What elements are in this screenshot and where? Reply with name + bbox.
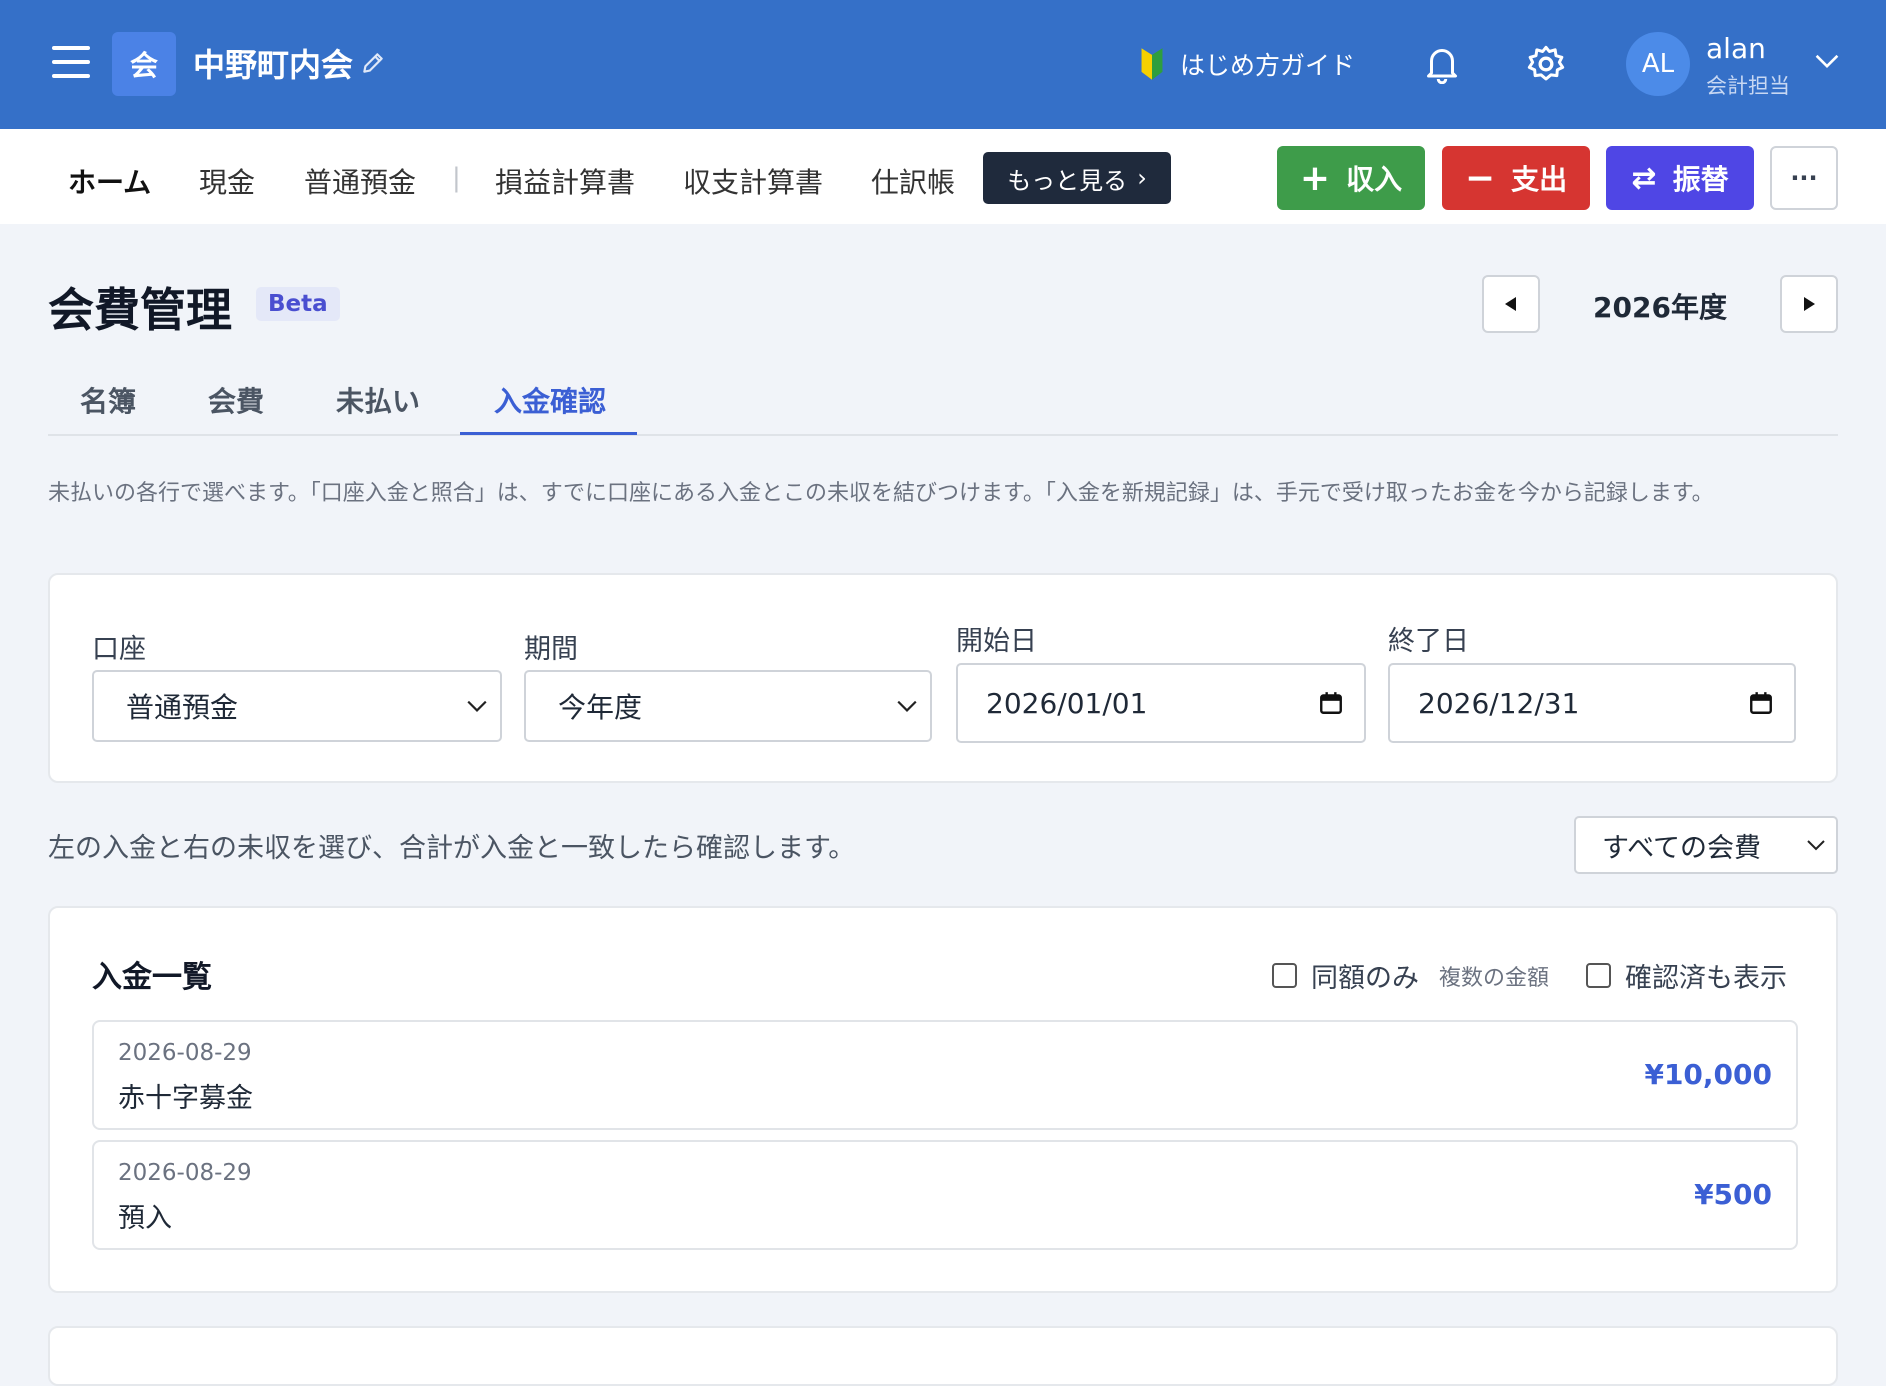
tab-fees[interactable]: 会費	[208, 380, 264, 420]
expense-button[interactable]: − 支出	[1442, 146, 1590, 210]
same-amount-label: 同額のみ	[1311, 963, 1419, 994]
filter-card: 口座 普通預金 期間 今年度 開始日 2026/01/01 終了日 2026/1…	[48, 573, 1838, 783]
calendar-icon[interactable]	[1748, 690, 1774, 716]
tab-unpaid[interactable]: 未払い	[336, 380, 420, 420]
deposits-card: 入金一覧 同額のみ 複数の金額 確認済も表示 2026-08-29 赤十字募金 …	[48, 906, 1838, 1293]
show-confirmed-checkbox[interactable]	[1586, 963, 1611, 988]
chevron-right-icon: ›	[1137, 164, 1147, 192]
tab-bar: 名簿 会費 未払い 入金確認	[48, 360, 1838, 436]
plus-icon: +	[1299, 157, 1331, 199]
fee-filter-value: すべての会費	[1602, 832, 1762, 864]
top-bar: 会 中野町内会 はじめ方ガイド AL alan 会計担当	[0, 0, 1886, 129]
show-confirmed-label: 確認済も表示	[1625, 963, 1787, 994]
help-text: 未払いの各行で選べます。「口座入金と照合」は、すでに口座にある入金とこの未収を結…	[48, 481, 1714, 506]
end-date-label: 終了日	[1388, 626, 1469, 657]
same-amount-checkbox[interactable]	[1272, 963, 1297, 988]
start-date-input[interactable]: 2026/01/01	[956, 663, 1366, 743]
start-date-value: 2026/01/01	[986, 686, 1148, 720]
previous-year-button[interactable]	[1482, 275, 1540, 333]
tab-roster[interactable]: 名簿	[80, 380, 136, 420]
deposit-amount: ¥10,000	[1644, 1058, 1772, 1091]
more-label: もっと見る	[1007, 166, 1128, 195]
minus-icon: −	[1464, 157, 1496, 199]
show-confirmed-toggle[interactable]: 確認済も表示	[1586, 956, 1787, 995]
nav-item-home[interactable]: ホーム	[68, 161, 151, 201]
deposits-title: 入金一覧	[92, 960, 212, 995]
tab-payment-confirmation[interactable]: 入金確認	[494, 380, 606, 420]
menu-icon[interactable]	[52, 46, 90, 80]
period-value: 今年度	[558, 691, 643, 724]
end-date-input[interactable]: 2026/12/31	[1388, 663, 1796, 743]
active-tab-indicator	[460, 432, 637, 435]
user-role: 会計担当	[1706, 74, 1790, 98]
nav-bar: ホーム 現金 普通預金 | 損益計算書 収支計算書 仕訳帳 もっと見る › + …	[0, 129, 1886, 224]
next-year-button[interactable]	[1780, 275, 1838, 333]
nav-item-profit-loss[interactable]: 損益計算書	[495, 161, 635, 201]
getting-started-guide-link[interactable]: はじめ方ガイド	[1138, 46, 1355, 82]
fee-filter-select[interactable]: すべての会費	[1574, 816, 1838, 874]
period-select[interactable]: 今年度	[524, 670, 932, 742]
beta-badge: Beta	[256, 287, 340, 321]
nav-item-savings[interactable]: 普通預金	[304, 161, 416, 201]
chevron-down-icon	[467, 700, 487, 712]
deposit-description: 預入	[118, 1203, 172, 1234]
income-button[interactable]: + 収入	[1277, 146, 1425, 210]
deposit-row[interactable]: 2026-08-29 預入 ¥500	[92, 1140, 1798, 1250]
period-label: 期間	[524, 634, 578, 665]
instruction-text: 左の入金と右の未収を選び、合計が入金と一致したら確認します。	[48, 833, 856, 864]
guide-label: はじめ方ガイド	[1180, 51, 1356, 80]
triangle-right-icon	[1804, 297, 1815, 311]
expense-label: 支出	[1511, 163, 1568, 196]
bell-icon[interactable]	[1424, 44, 1460, 84]
receivables-card	[48, 1326, 1838, 1386]
avatar[interactable]: AL	[1626, 32, 1690, 96]
transfer-button[interactable]: ⇄ 振替	[1606, 146, 1754, 210]
overflow-menu-button[interactable]: ···	[1770, 146, 1838, 210]
end-date-value: 2026/12/31	[1418, 686, 1580, 720]
same-amount-toggle[interactable]: 同額のみ 複数の金額	[1272, 956, 1549, 995]
deposit-date: 2026-08-29	[118, 1160, 252, 1186]
ellipsis-icon: ···	[1790, 164, 1818, 192]
nav-item-cash[interactable]: 現金	[199, 161, 255, 201]
calendar-icon[interactable]	[1318, 690, 1344, 716]
account-select[interactable]: 普通預金	[92, 670, 502, 742]
chevron-down-icon[interactable]	[1814, 52, 1840, 70]
fiscal-year-label: 2026年度	[1593, 291, 1727, 324]
triangle-left-icon	[1505, 297, 1516, 311]
same-amount-note: 複数の金額	[1439, 965, 1550, 991]
deposit-amount: ¥500	[1694, 1178, 1772, 1211]
user-name: alan	[1706, 32, 1766, 65]
gear-icon[interactable]	[1526, 44, 1566, 84]
org-name: 中野町内会	[193, 46, 354, 84]
chevron-down-icon	[897, 700, 917, 712]
transfer-label: 振替	[1672, 163, 1729, 196]
deposit-date: 2026-08-29	[118, 1040, 252, 1066]
nav-separator: |	[452, 163, 461, 193]
account-label: 口座	[92, 634, 146, 665]
start-date-label: 開始日	[956, 626, 1037, 657]
nav-item-income-expenditure[interactable]: 収支計算書	[683, 161, 823, 201]
deposit-description: 赤十字募金	[118, 1083, 253, 1114]
page-title: 会費管理	[48, 283, 232, 337]
chevron-down-icon	[1807, 840, 1825, 851]
transfer-arrows-icon: ⇄	[1631, 160, 1657, 196]
org-badge: 会	[112, 32, 176, 96]
nav-item-journal[interactable]: 仕訳帳	[871, 161, 955, 201]
beginner-mark-icon	[1141, 48, 1163, 80]
pencil-icon[interactable]	[360, 48, 386, 78]
deposit-row[interactable]: 2026-08-29 赤十字募金 ¥10,000	[92, 1020, 1798, 1130]
more-button[interactable]: もっと見る ›	[983, 152, 1171, 204]
account-value: 普通預金	[126, 691, 239, 724]
income-label: 収入	[1346, 163, 1403, 196]
